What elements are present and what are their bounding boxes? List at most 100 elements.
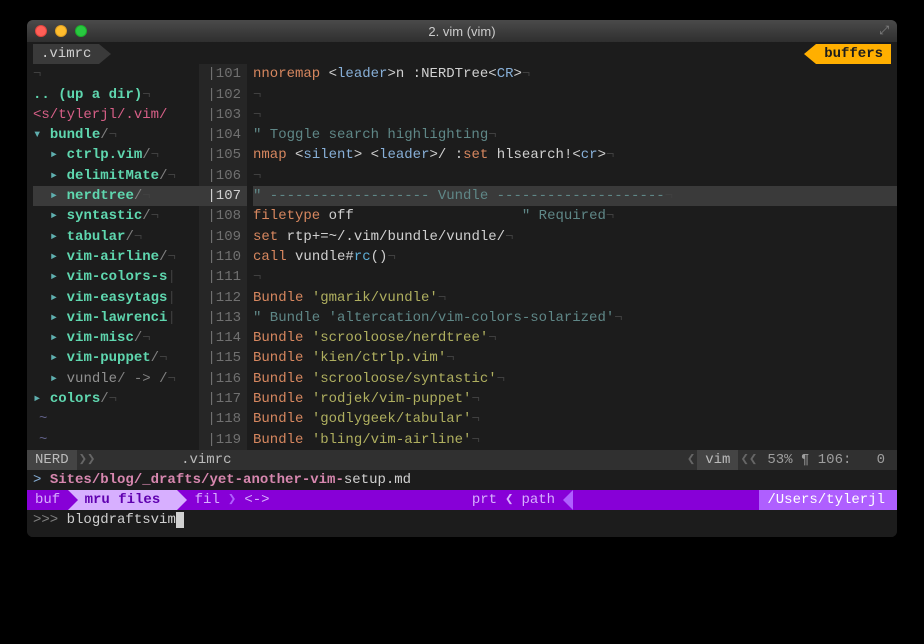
tree-item[interactable]: ▸ tabular/¬: [33, 227, 199, 247]
code-line[interactable]: set rtp+=~/.vim/bundle/vundle/¬: [253, 227, 897, 247]
code-line[interactable]: ¬: [253, 166, 897, 186]
code-area[interactable]: nnoremap <leader>n :NERDTree<CR>¬¬¬" Tog…: [247, 64, 897, 450]
tree-item[interactable]: ▸ vim-puppet/¬: [33, 348, 199, 368]
chevron-right-icon: [68, 490, 78, 510]
tree-item[interactable]: ▸ colors/¬: [33, 389, 199, 409]
tilde-line: ~: [33, 430, 199, 450]
line-number: |107: [199, 186, 247, 206]
tree-item[interactable]: ▸ vundle/ -> /¬: [33, 369, 199, 389]
terminal-window: 2. vim (vim) ⤢ .vimrc buffers ¬.. (up a …: [27, 20, 897, 537]
tree-item[interactable]: ▸ vim-misc/¬: [33, 328, 199, 348]
separator-icon: ❯❯: [77, 450, 98, 470]
airline-statusline: NERD ❯❯ .vimrc ❮ vim ❮❮ 53% ¶ 106: 0: [27, 450, 897, 470]
code-line[interactable]: Bundle 'kien/ctrlp.vim'¬: [253, 348, 897, 368]
line-number: |110: [199, 247, 247, 267]
code-line[interactable]: Bundle 'rodjek/vim-puppet'¬: [253, 389, 897, 409]
prompt-symbol: >>>: [33, 512, 58, 528]
code-line[interactable]: ¬: [253, 105, 897, 125]
line-gutter: |101|102|103|104|105|106|107|108|109|110…: [199, 64, 247, 450]
tree-item[interactable]: ▸ syntastic/¬: [33, 206, 199, 226]
line-number: |101: [199, 64, 247, 84]
close-icon[interactable]: [35, 25, 47, 37]
ctrlp-path: /Users/tylerjl: [759, 490, 897, 510]
tree-updir[interactable]: .. (up a dir)¬: [33, 85, 199, 105]
line-number: |113: [199, 308, 247, 328]
code-line[interactable]: Bundle 'godlygeek/tabular'¬: [253, 409, 897, 429]
result-caret-icon: >: [33, 472, 50, 488]
tree-item[interactable]: ▸ vim-easytags|: [33, 288, 199, 308]
code-line[interactable]: Bundle 'bling/vim-airline'¬: [253, 430, 897, 450]
status-nerd: NERD: [27, 450, 77, 470]
ctrlp-path-label: path: [513, 490, 563, 510]
chevron-left-icon: [563, 490, 573, 510]
separator-left-icon: ❮❮: [738, 450, 759, 470]
ctrlp-statusline: buf mru files fil ❯ <-> prt ❮ path /User…: [27, 490, 897, 510]
status-filetype: vim: [697, 450, 738, 470]
chevron-right-icon: ❯: [228, 490, 236, 510]
line-number: |117: [199, 389, 247, 409]
tree-item[interactable]: ▸ vim-airline/¬: [33, 247, 199, 267]
code-line[interactable]: " ------------------- Vundle -----------…: [253, 186, 897, 206]
line-number: |114: [199, 328, 247, 348]
window-title: 2. vim (vim): [27, 24, 897, 39]
tree-root-path: <s/tylerjl/.vim/: [33, 105, 199, 125]
code-line[interactable]: ¬: [253, 267, 897, 287]
ctrlp-prompt[interactable]: >>> blogdraftsvim: [27, 510, 897, 530]
tree-header: ¬: [33, 64, 199, 84]
ctrlp-regex-indicator: <->: [236, 490, 277, 510]
tree-item[interactable]: ▾ bundle/¬: [33, 125, 199, 145]
ctrlp-result-line[interactable]: > Sites/blog/_drafts/yet-another-vim-set…: [27, 470, 897, 490]
code-line[interactable]: ¬: [253, 85, 897, 105]
minimize-icon[interactable]: [55, 25, 67, 37]
line-number: |119: [199, 430, 247, 450]
traffic-lights: [35, 25, 87, 37]
ctrlp-input[interactable]: blogdraftsvim: [67, 512, 176, 528]
code-line[interactable]: Bundle 'scrooloose/nerdtree'¬: [253, 328, 897, 348]
tree-item[interactable]: ▸ nerdtree/¬: [33, 186, 199, 206]
line-number: |105: [199, 145, 247, 165]
buffers-label: buffers: [824, 46, 883, 62]
code-line[interactable]: Bundle 'gmarik/vundle'¬: [253, 288, 897, 308]
titlebar[interactable]: 2. vim (vim) ⤢: [27, 20, 897, 42]
result-rest: setup.md: [344, 472, 411, 488]
separator-left-icon: ❮: [685, 450, 697, 470]
line-number: |102: [199, 85, 247, 105]
status-position: 53% ¶ 106: 0: [759, 450, 897, 470]
tree-item[interactable]: ▸ delimitMate/¬: [33, 166, 199, 186]
code-line[interactable]: call vundle#rc()¬: [253, 247, 897, 267]
line-number: |109: [199, 227, 247, 247]
result-match: Sites/blog/_drafts/yet-another-vim-: [50, 472, 344, 488]
buffer-tabbar: .vimrc buffers: [27, 44, 897, 64]
line-number: |106: [199, 166, 247, 186]
cursor-icon: [176, 512, 184, 528]
code-line[interactable]: nmap <silent> <leader>/ :set hlsearch!<c…: [253, 145, 897, 165]
ctrlp-mode-buf[interactable]: buf: [27, 490, 68, 510]
code-line[interactable]: filetype off " Required¬: [253, 206, 897, 226]
tab-label: .vimrc: [41, 46, 91, 62]
tree-item[interactable]: ▸ ctrlp.vim/¬: [33, 145, 199, 165]
chevron-right-icon: [177, 490, 187, 510]
tilde-line: ~: [33, 409, 199, 429]
terminal-content: .vimrc buffers ¬.. (up a dir)¬<s/tylerjl…: [27, 42, 897, 537]
chevron-left-icon: ❮: [505, 490, 513, 510]
ctrlp-mode-mru[interactable]: mru files: [68, 490, 176, 510]
code-line[interactable]: " Toggle search highlighting¬: [253, 125, 897, 145]
tree-item[interactable]: ▸ vim-lawrenci|: [33, 308, 199, 328]
tab-vimrc[interactable]: .vimrc: [33, 44, 99, 64]
code-line[interactable]: Bundle 'scrooloose/syntastic'¬: [253, 369, 897, 389]
tree-item[interactable]: ▸ vim-colors-s|: [33, 267, 199, 287]
ctrlp-prt-label: prt: [464, 490, 505, 510]
line-number: |112: [199, 288, 247, 308]
line-number: |115: [199, 348, 247, 368]
line-number: |104: [199, 125, 247, 145]
code-line[interactable]: nnoremap <leader>n :NERDTree<CR>¬: [253, 64, 897, 84]
editor-area: ¬.. (up a dir)¬<s/tylerjl/.vim/▾ bundle/…: [27, 64, 897, 450]
buffers-indicator[interactable]: buffers: [816, 44, 891, 64]
status-filename: .vimrc: [97, 450, 684, 470]
zoom-icon[interactable]: [75, 25, 87, 37]
ctrlp-mode-fil[interactable]: fil: [187, 490, 228, 510]
line-number: |116: [199, 369, 247, 389]
fullscreen-icon[interactable]: ⤢: [879, 24, 889, 38]
nerdtree-sidebar[interactable]: ¬.. (up a dir)¬<s/tylerjl/.vim/▾ bundle/…: [27, 64, 199, 450]
code-line[interactable]: " Bundle 'altercation/vim-colors-solariz…: [253, 308, 897, 328]
